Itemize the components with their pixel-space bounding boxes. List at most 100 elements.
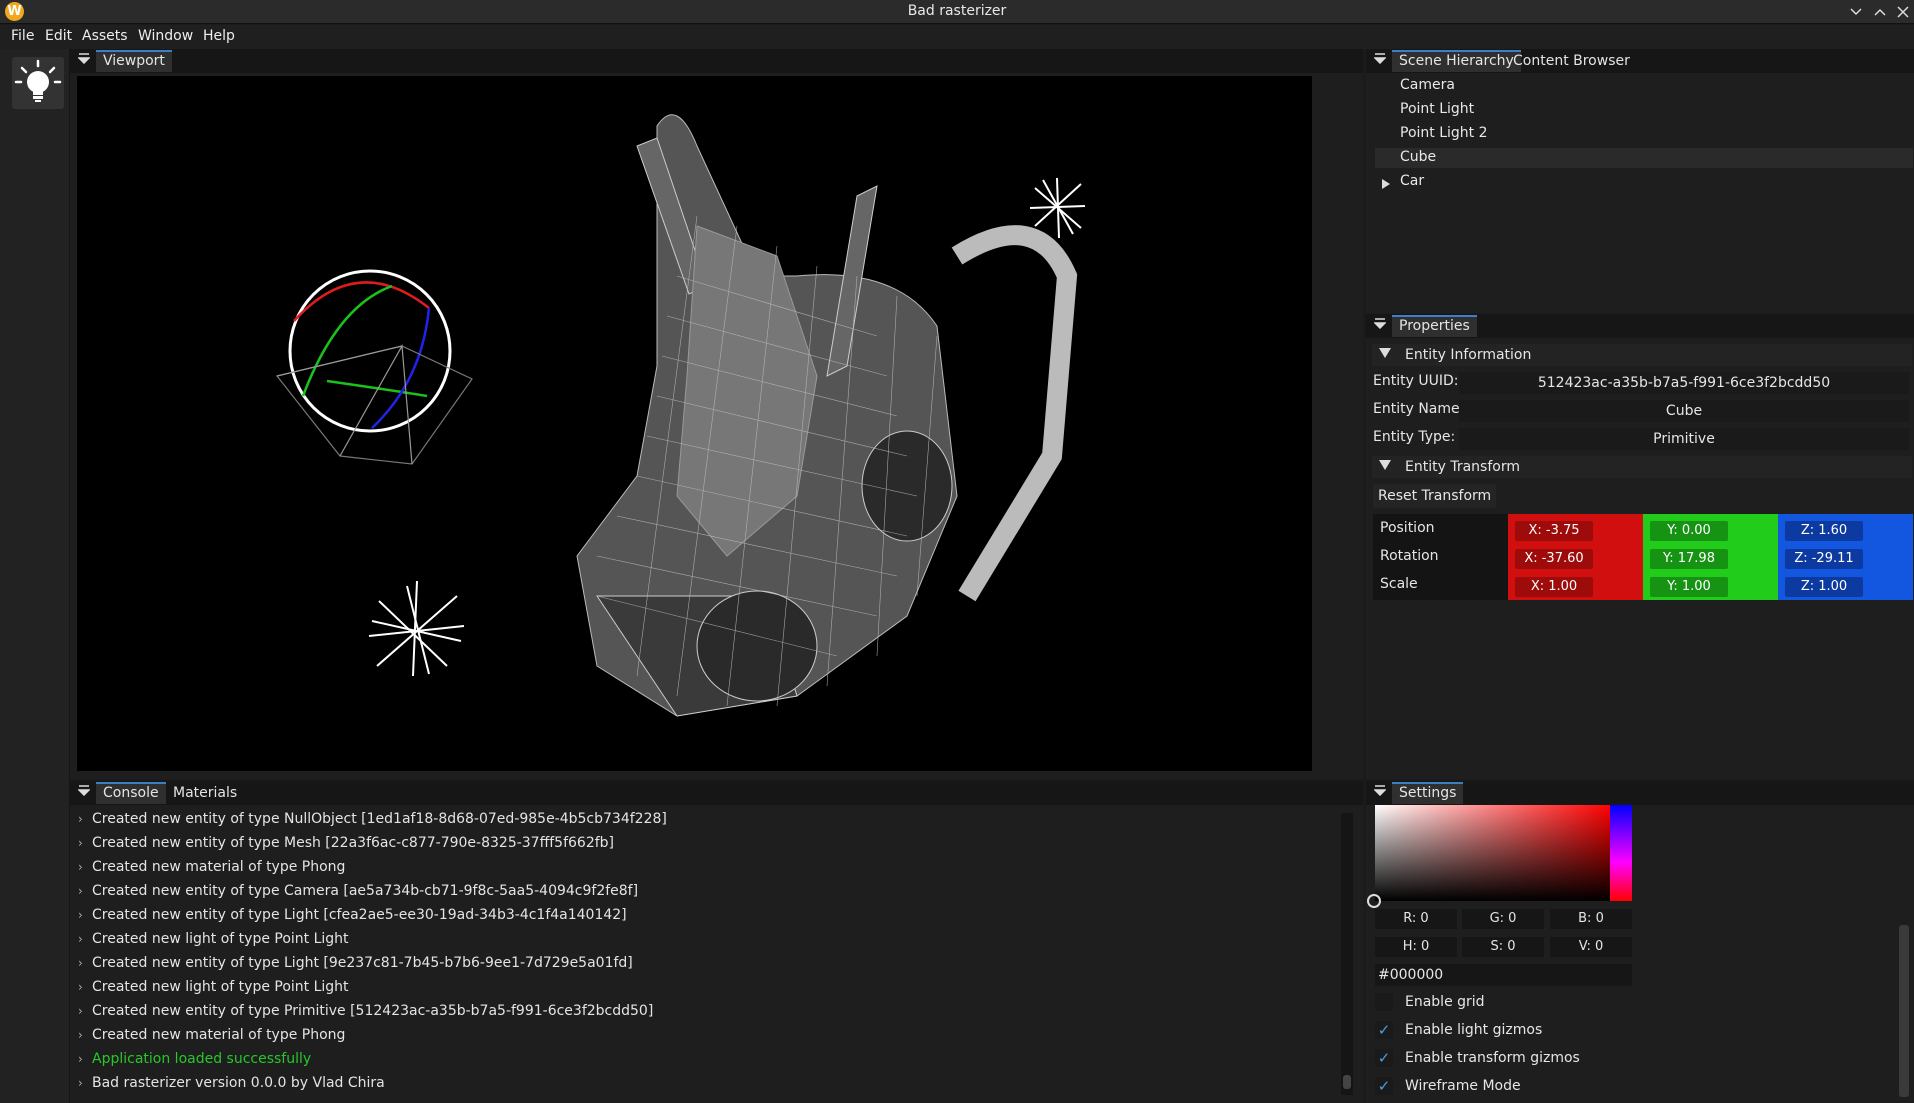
tab-materials[interactable]: Materials <box>166 782 244 804</box>
console-scrollbar[interactable] <box>1341 813 1353 1095</box>
log-text: Created new entity of type Camera [ae5a7… <box>92 883 639 899</box>
collapse-triangle-icon[interactable] <box>1370 51 1390 71</box>
settings-scrollbar[interactable] <box>1899 925 1909 1097</box>
log-line[interactable]: › Created new material of type Phong <box>78 1027 345 1043</box>
close-icon[interactable] <box>1892 1 1914 23</box>
triangle-down-icon <box>1379 456 1391 478</box>
log-line[interactable]: › Application loaded successfully <box>78 1051 311 1067</box>
backpack-mesh[interactable] <box>576 114 1078 717</box>
triangle-right-icon[interactable] <box>1381 175 1391 193</box>
add-light-button[interactable] <box>12 57 64 109</box>
log-line[interactable]: › Created new light of type Point Light <box>78 931 349 947</box>
log-line[interactable]: › Bad rasterizer version 0.0.0 by Vlad Ch… <box>78 1075 385 1091</box>
reset-transform-button[interactable]: Reset Transform <box>1373 484 1497 508</box>
menu-help[interactable]: Help <box>203 28 235 44</box>
settings-header: Settings <box>1366 781 1914 805</box>
position-z-field[interactable]: Z: 1.60 <box>1785 521 1863 541</box>
log-text: Created new entity of type NullObject [1… <box>92 811 667 827</box>
color-picker-cursor[interactable] <box>1367 894 1381 908</box>
color-hue-slider[interactable] <box>1610 805 1632 901</box>
console-panel: Console Materials › Created new entity of… <box>70 781 1363 1103</box>
log-line[interactable]: › Created new entity of type Mesh [22a3f6… <box>78 835 614 851</box>
tab-settings[interactable]: Settings <box>1392 782 1464 804</box>
checkmark-icon[interactable]: ✓ <box>1375 1049 1393 1067</box>
log-line[interactable]: › Created new material of type Phong <box>78 859 345 875</box>
minimize-icon[interactable] <box>1845 1 1867 23</box>
chevron-right-icon: › <box>78 932 83 946</box>
green-field[interactable]: G: 0 <box>1462 909 1544 929</box>
rotation-x-field[interactable]: X: -37.60 <box>1515 549 1593 569</box>
scale-label: Scale <box>1380 576 1418 592</box>
log-line[interactable]: › Created new light of type Point Light <box>78 979 349 995</box>
rotation-z-field[interactable]: Z: -29.11 <box>1785 549 1863 569</box>
checkbox[interactable] <box>1375 993 1393 1011</box>
camera-gizmo[interactable] <box>275 269 473 465</box>
value-field[interactable]: V: 0 <box>1550 937 1632 957</box>
hex-color-field[interactable]: #000000 <box>1375 964 1632 986</box>
position-x-field[interactable]: X: -3.75 <box>1515 521 1593 541</box>
log-line[interactable]: › Created new entity of type Primitive [5… <box>78 1003 653 1019</box>
checkmark-icon[interactable]: ✓ <box>1375 1021 1393 1039</box>
rotation-y-field[interactable]: Y: 17.98 <box>1650 549 1728 569</box>
red-field[interactable]: R: 0 <box>1375 909 1457 929</box>
log-line[interactable]: › Created new entity of type Light [9e237… <box>78 955 633 971</box>
tree-item-car[interactable]: Car <box>1400 173 1424 189</box>
point-light-2-gizmo[interactable] <box>1029 177 1086 239</box>
scale-z-field[interactable]: Z: 1.00 <box>1785 577 1863 597</box>
viewport-header: Viewport <box>70 49 1363 73</box>
chevron-right-icon: › <box>78 836 83 850</box>
maximize-icon[interactable] <box>1869 1 1891 23</box>
console-header: Console Materials <box>70 781 1363 805</box>
hue-field[interactable]: H: 0 <box>1375 937 1457 957</box>
console-scroll-thumb[interactable] <box>1343 1075 1351 1089</box>
log-line[interactable]: › Created new entity of type NullObject [… <box>78 811 667 827</box>
transform-grid: Position Rotation Scale X: -3.75 X: -37.… <box>1373 514 1913 600</box>
scene-header: Scene Hierarchy Content Browser <box>1366 49 1914 73</box>
tree-item-cube[interactable]: Cube <box>1400 149 1436 165</box>
collapse-triangle-icon[interactable] <box>1370 316 1390 336</box>
entity-information-section[interactable]: Entity Information <box>1372 344 1912 366</box>
blue-field[interactable]: B: 0 <box>1550 909 1632 929</box>
entity-name-field[interactable]: Cube <box>1459 400 1909 422</box>
log-line[interactable]: › Created new entity of type Camera [ae5a… <box>78 883 638 899</box>
tree-item-point-light-2[interactable]: Point Light 2 <box>1400 125 1488 141</box>
collapse-triangle-icon[interactable] <box>74 783 94 803</box>
checkmark-icon[interactable]: ✓ <box>1375 1077 1393 1095</box>
log-text: Created new entity of type Primitive [51… <box>92 1003 654 1019</box>
properties-panel: Properties Entity Information Entity UUI… <box>1366 314 1914 779</box>
collapse-triangle-icon[interactable] <box>74 51 94 71</box>
entity-uuid-label: Entity UUID: <box>1373 373 1459 389</box>
title-bar: W Bad rasterizer <box>0 0 1914 24</box>
tab-properties[interactable]: Properties <box>1392 315 1477 337</box>
tree-item-point-light[interactable]: Point Light <box>1400 101 1474 117</box>
chevron-right-icon: › <box>78 884 83 898</box>
position-y-field[interactable]: Y: 0.00 <box>1650 521 1728 541</box>
chevron-right-icon: › <box>78 1004 83 1018</box>
collapse-triangle-icon[interactable] <box>1370 783 1390 803</box>
menu-bar: File Edit Assets Window Help <box>0 25 1914 49</box>
color-saturation-value-picker[interactable] <box>1375 805 1612 901</box>
chevron-right-icon: › <box>78 1076 83 1090</box>
menu-assets[interactable]: Assets <box>82 28 128 44</box>
log-line[interactable]: › Created new entity of type Light [cfea2… <box>78 907 627 923</box>
chevron-right-icon: › <box>78 1052 83 1066</box>
entity-name-label: Entity Name: <box>1373 401 1465 417</box>
tab-viewport[interactable]: Viewport <box>96 50 172 72</box>
tab-console[interactable]: Console <box>96 782 166 804</box>
entity-uuid-field[interactable]: 512423ac-a35b-b7a5-f991-6ce3f2bcdd50 <box>1459 372 1909 394</box>
scale-y-field[interactable]: Y: 1.00 <box>1650 577 1728 597</box>
scale-x-field[interactable]: X: 1.00 <box>1515 577 1593 597</box>
menu-edit[interactable]: Edit <box>45 28 72 44</box>
tree-item-camera[interactable]: Camera <box>1400 77 1455 93</box>
chevron-right-icon: › <box>78 908 83 922</box>
entity-type-field[interactable]: Primitive <box>1459 428 1909 450</box>
entity-transform-section[interactable]: Entity Transform <box>1372 456 1912 478</box>
menu-file[interactable]: File <box>11 28 34 44</box>
log-text: Created new light of type Point Light <box>92 979 349 995</box>
viewport-canvas[interactable] <box>77 76 1312 771</box>
tab-scene-hierarchy[interactable]: Scene Hierarchy <box>1392 50 1521 72</box>
tab-content-browser[interactable]: Content Browser <box>1506 50 1637 72</box>
saturation-field[interactable]: S: 0 <box>1462 937 1544 957</box>
menu-window[interactable]: Window <box>138 28 193 44</box>
point-light-gizmo[interactable] <box>368 580 465 677</box>
